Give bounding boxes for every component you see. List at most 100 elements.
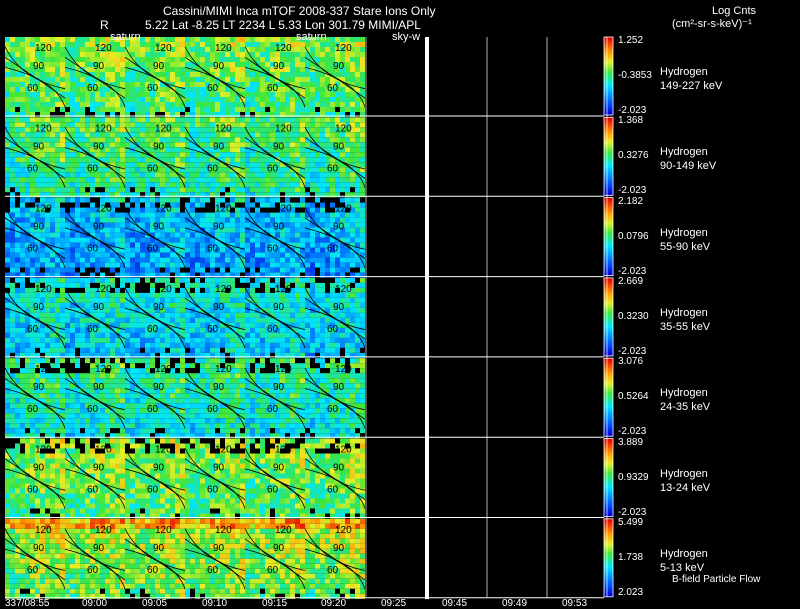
contour-label: 90 — [273, 61, 285, 72]
contour-label: 120 — [95, 43, 112, 54]
contour-label: 90 — [33, 222, 45, 233]
colorbar-max-label: 1.252 — [618, 35, 644, 46]
contour-label: 120 — [95, 445, 112, 456]
gap-separator — [425, 37, 429, 600]
species-label: Hydrogen — [660, 467, 708, 480]
contour-label: 60 — [207, 485, 219, 496]
contour-label: 60 — [267, 324, 279, 335]
time-tick-label: 337/08:55 — [5, 598, 50, 609]
contour-label: 120 — [335, 123, 352, 134]
contour-label: 120 — [215, 364, 232, 375]
contour-label: 60 — [327, 83, 339, 94]
contour-label: 90 — [33, 61, 45, 72]
contour-label: 120 — [95, 525, 112, 536]
contour-label: 120 — [275, 204, 292, 215]
contour-label: 120 — [35, 284, 52, 295]
contour-label: 90 — [333, 141, 345, 152]
contour-label: 90 — [153, 61, 165, 72]
contour-label: 90 — [213, 382, 225, 393]
flow-label: B-field Particle Flow — [672, 574, 761, 585]
colorbar-mid-label: 0.9329 — [618, 471, 649, 483]
contour-label: 60 — [327, 163, 339, 174]
contour-label: 60 — [207, 163, 219, 174]
colorbar-mid-label: 0.3230 — [618, 310, 649, 322]
colorbar-max-label: 5.499 — [618, 516, 644, 528]
contour-label: 120 — [335, 525, 352, 536]
time-tick-label: 09:00 — [82, 598, 108, 609]
contour-label: 60 — [27, 565, 39, 576]
contour-label: 120 — [215, 123, 232, 134]
contour-label: 60 — [267, 565, 279, 576]
time-tick-label: 09:25 — [381, 598, 407, 609]
time-tick-label: 09:45 — [442, 598, 468, 609]
colorbar-mid-label: 0.3276 — [618, 150, 649, 162]
contour-label: 120 — [335, 364, 352, 375]
contour-label: 90 — [33, 382, 45, 393]
contour-label: 90 — [93, 382, 105, 393]
contour-label: 60 — [87, 83, 99, 94]
contour-label: 60 — [147, 404, 159, 415]
colorbar-min-label: -2.023 — [618, 426, 647, 438]
contour-label: 60 — [27, 163, 39, 174]
colorbar-max-label: 2.669 — [618, 275, 644, 287]
contour-label: 90 — [273, 222, 285, 233]
contour-label: 120 — [35, 204, 52, 215]
colorbar-mid-label: -0.3853 — [618, 70, 652, 81]
colorbar-mid-label: 0.5264 — [618, 391, 649, 403]
contour-label: 60 — [327, 244, 339, 255]
contour-label: 60 — [27, 404, 39, 415]
contour-label: 60 — [207, 83, 219, 94]
contour-label: 60 — [27, 83, 39, 94]
contour-label: 60 — [327, 324, 339, 335]
colorbar-max-label: 2.182 — [618, 195, 644, 207]
contour-label: 60 — [207, 404, 219, 415]
colorbar-min-label: 2.023 — [618, 586, 644, 598]
contour-label: 120 — [155, 445, 172, 456]
contour-label: 90 — [273, 543, 285, 554]
contour-label: 60 — [87, 324, 99, 335]
contour-label: 120 — [215, 445, 232, 456]
contour-label: 60 — [87, 163, 99, 174]
contour-label: 90 — [333, 543, 345, 554]
contour-label: 90 — [333, 463, 345, 474]
contour-label: 90 — [273, 141, 285, 152]
contour-label: 90 — [333, 382, 345, 393]
contour-label: 120 — [95, 364, 112, 375]
colorbar-mid-label: 0.0796 — [618, 230, 649, 242]
contour-label: 90 — [153, 463, 165, 474]
contour-label: 90 — [33, 302, 45, 313]
contour-label: 120 — [335, 445, 352, 456]
contour-label: 90 — [333, 222, 345, 233]
contour-label: 90 — [93, 543, 105, 554]
species-label: Hydrogen — [660, 306, 708, 319]
contour-label: 120 — [155, 364, 172, 375]
contour-label: 60 — [267, 485, 279, 496]
contour-label: 90 — [153, 382, 165, 393]
contour-label: 60 — [267, 83, 279, 94]
contour-label: 120 — [275, 43, 292, 54]
species-label: Hydrogen — [660, 387, 708, 400]
contour-label: 120 — [215, 204, 232, 215]
contour-label: 90 — [333, 61, 345, 72]
contour-label: 120 — [335, 284, 352, 295]
contour-label: 90 — [273, 382, 285, 393]
contour-label: 120 — [335, 43, 352, 54]
energy-label: 149-227 keV — [660, 80, 723, 92]
contour-label: 60 — [327, 404, 339, 415]
contour-label: 90 — [213, 61, 225, 72]
contour-label: 60 — [27, 244, 39, 255]
energy-label: 55-90 keV — [660, 240, 711, 253]
contour-label: 120 — [35, 43, 52, 54]
contour-label: 60 — [87, 244, 99, 255]
time-tick-label: 09:15 — [262, 598, 288, 609]
contour-label: 120 — [155, 123, 172, 134]
contour-label: 60 — [267, 163, 279, 174]
contour-label: 90 — [213, 463, 225, 474]
contour-label: 60 — [207, 244, 219, 255]
contour-label: 120 — [95, 123, 112, 134]
colorbar-min-label: -2.023 — [618, 506, 647, 518]
contour-label: 90 — [93, 302, 105, 313]
contour-label: 120 — [35, 364, 52, 375]
contour-label: 90 — [33, 141, 45, 152]
contour-label: 120 — [215, 284, 232, 295]
